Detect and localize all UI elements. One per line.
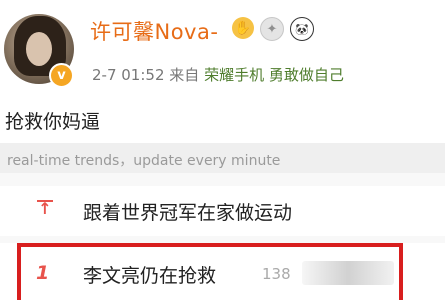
trend-title: 跟着世界冠军在家做运动	[83, 202, 293, 224]
from-label: 来自	[169, 66, 200, 84]
badge-group: ✋ ✦ 🐼	[232, 17, 314, 41]
highlight-box	[17, 243, 403, 300]
trend-item-pinned[interactable]: ↑ 跟着世界冠军在家做运动	[0, 186, 445, 236]
trends-header-label: real-time trends，update every minute	[7, 153, 281, 169]
post-source-link[interactable]: 荣耀手机 勇敢做自己	[204, 66, 344, 84]
verified-icon: v	[49, 63, 74, 88]
weibo-post: v 许可馨Nova- ✋ ✦ 🐼 2-7 01:52 来自 荣耀手机 勇敢做自己…	[0, 0, 445, 143]
post-text: 抢救你妈逼	[5, 111, 101, 133]
panda-badge-icon[interactable]: 🐼	[290, 17, 314, 41]
username-link[interactable]: 许可馨Nova-	[90, 16, 218, 46]
hand-badge-icon[interactable]: ✋	[232, 17, 254, 39]
trends-header: real-time trends，update every minute	[0, 143, 445, 173]
pin-top-icon: ↑	[36, 198, 54, 220]
star-badge-icon[interactable]: ✦	[260, 17, 284, 41]
post-time: 2-7 01:52	[92, 66, 165, 84]
post-meta: 2-7 01:52 来自 荣耀手机 勇敢做自己	[92, 64, 344, 85]
